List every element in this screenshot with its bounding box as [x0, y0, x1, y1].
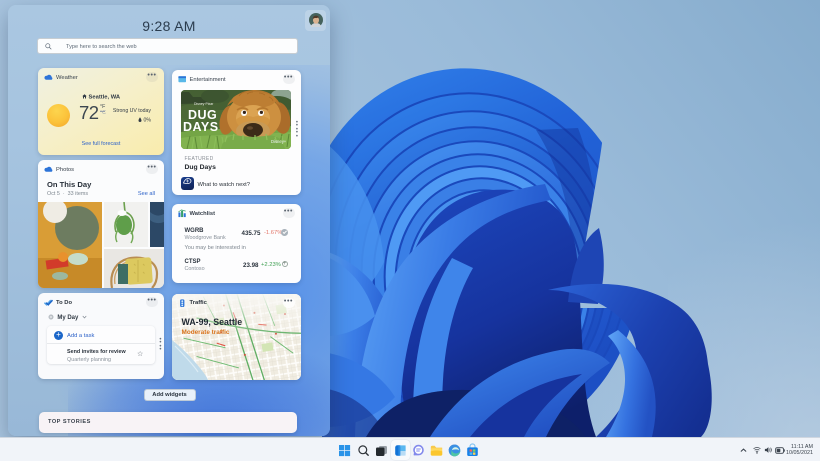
svg-text:Disney·Pixar: Disney·Pixar	[194, 102, 214, 106]
svg-text:DAYS: DAYS	[183, 120, 219, 134]
svg-text:Disney+: Disney+	[271, 139, 287, 144]
